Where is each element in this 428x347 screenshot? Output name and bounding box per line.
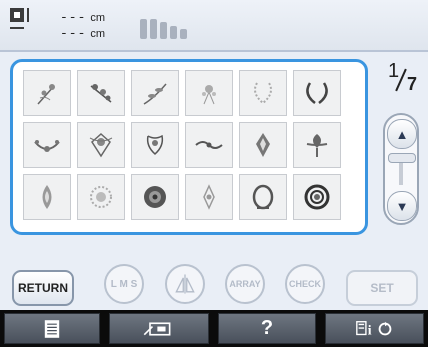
floral-swag-icon xyxy=(34,140,60,152)
pattern-grid xyxy=(23,70,341,220)
filigree-ornament-icon xyxy=(146,134,164,156)
pattern-cell[interactable] xyxy=(131,122,179,168)
flower-branch-icon xyxy=(90,84,112,103)
pattern-cell[interactable] xyxy=(185,70,233,116)
page-scroller: ▲ ▼ xyxy=(383,113,419,225)
pattern-cell[interactable] xyxy=(23,70,71,116)
pattern-cell[interactable] xyxy=(293,122,341,168)
pattern-cell[interactable] xyxy=(239,70,287,116)
small-bouquet-icon xyxy=(202,85,216,105)
pattern-grid-panel xyxy=(10,59,368,235)
pattern-cell[interactable] xyxy=(293,174,341,220)
svg-text:i: i xyxy=(367,322,371,337)
scroll-thumb[interactable] xyxy=(388,153,416,163)
damask-motif-icon xyxy=(256,133,270,157)
ornamental-crest-icon xyxy=(89,132,113,158)
embroidery-selection-screen: --- cm --- cm 1 7 ▲ ▼ RETURN L M S ARRAY… xyxy=(0,0,428,347)
document-button[interactable] xyxy=(4,313,100,344)
lms-button[interactable]: L M S xyxy=(104,264,144,304)
pattern-cell[interactable] xyxy=(131,70,179,116)
pattern-cell[interactable] xyxy=(185,122,233,168)
thread-spools-icon xyxy=(140,17,187,39)
round-medallion-icon xyxy=(90,186,112,208)
oval-laurel-wreath-icon xyxy=(252,184,274,210)
action-buttons: RETURN L M S ARRAY CHECK SET xyxy=(0,242,428,308)
pattern-cell[interactable] xyxy=(239,122,287,168)
document-icon xyxy=(44,319,60,338)
pattern-cell[interactable] xyxy=(239,174,287,220)
settings-info-button[interactable]: i xyxy=(325,313,424,344)
pattern-cell[interactable] xyxy=(131,174,179,220)
laurel-wreath-icon xyxy=(306,82,328,104)
total-pages: 7 xyxy=(407,74,418,94)
pattern-cell[interactable] xyxy=(293,70,341,116)
info-bar: --- cm --- cm xyxy=(0,0,428,52)
bottom-toolbar: ? i xyxy=(0,310,428,347)
round-frame-icon xyxy=(304,184,330,210)
diamond-flourish-icon xyxy=(203,184,215,210)
scroll-border-icon xyxy=(195,141,223,149)
pattern-size-icon xyxy=(10,8,32,34)
return-button[interactable]: RETURN xyxy=(12,270,74,306)
embroidery-frame-button[interactable] xyxy=(109,313,209,344)
help-icon: ? xyxy=(260,317,274,339)
pattern-cell[interactable] xyxy=(77,174,125,220)
array-button[interactable]: ARRAY xyxy=(225,264,265,304)
current-page: 1 xyxy=(388,60,400,82)
pattern-cell[interactable] xyxy=(23,174,71,220)
page-up-button[interactable]: ▲ xyxy=(387,119,417,149)
mirror-flip-icon xyxy=(175,274,195,294)
pattern-cell[interactable] xyxy=(77,122,125,168)
floral-spray-icon xyxy=(37,84,55,105)
pattern-width-readout: --- cm xyxy=(60,10,106,25)
fleur-ornament-icon xyxy=(306,134,328,157)
check-button[interactable]: CHECK xyxy=(285,264,325,304)
pattern-cell[interactable] xyxy=(23,122,71,168)
down-arrow-icon: ▼ xyxy=(395,198,409,214)
pattern-height-readout: --- cm xyxy=(60,26,106,41)
help-button[interactable]: ? xyxy=(218,313,316,344)
pattern-cell[interactable] xyxy=(77,70,125,116)
settings-info-icon: i xyxy=(355,320,391,337)
floral-wreath-open-icon xyxy=(254,82,272,105)
embroidery-frame-icon xyxy=(143,321,171,336)
page-indicator: 1 7 xyxy=(385,60,425,100)
set-button[interactable]: SET xyxy=(346,270,418,306)
leaf-vine-icon xyxy=(143,83,167,105)
page-down-button[interactable]: ▼ xyxy=(387,191,417,221)
up-arrow-icon: ▲ xyxy=(395,126,409,142)
teardrop-ornament-icon xyxy=(42,185,52,209)
mirror-button[interactable] xyxy=(165,264,205,304)
baroque-medallion-icon xyxy=(144,186,166,208)
pattern-cell[interactable] xyxy=(185,174,233,220)
